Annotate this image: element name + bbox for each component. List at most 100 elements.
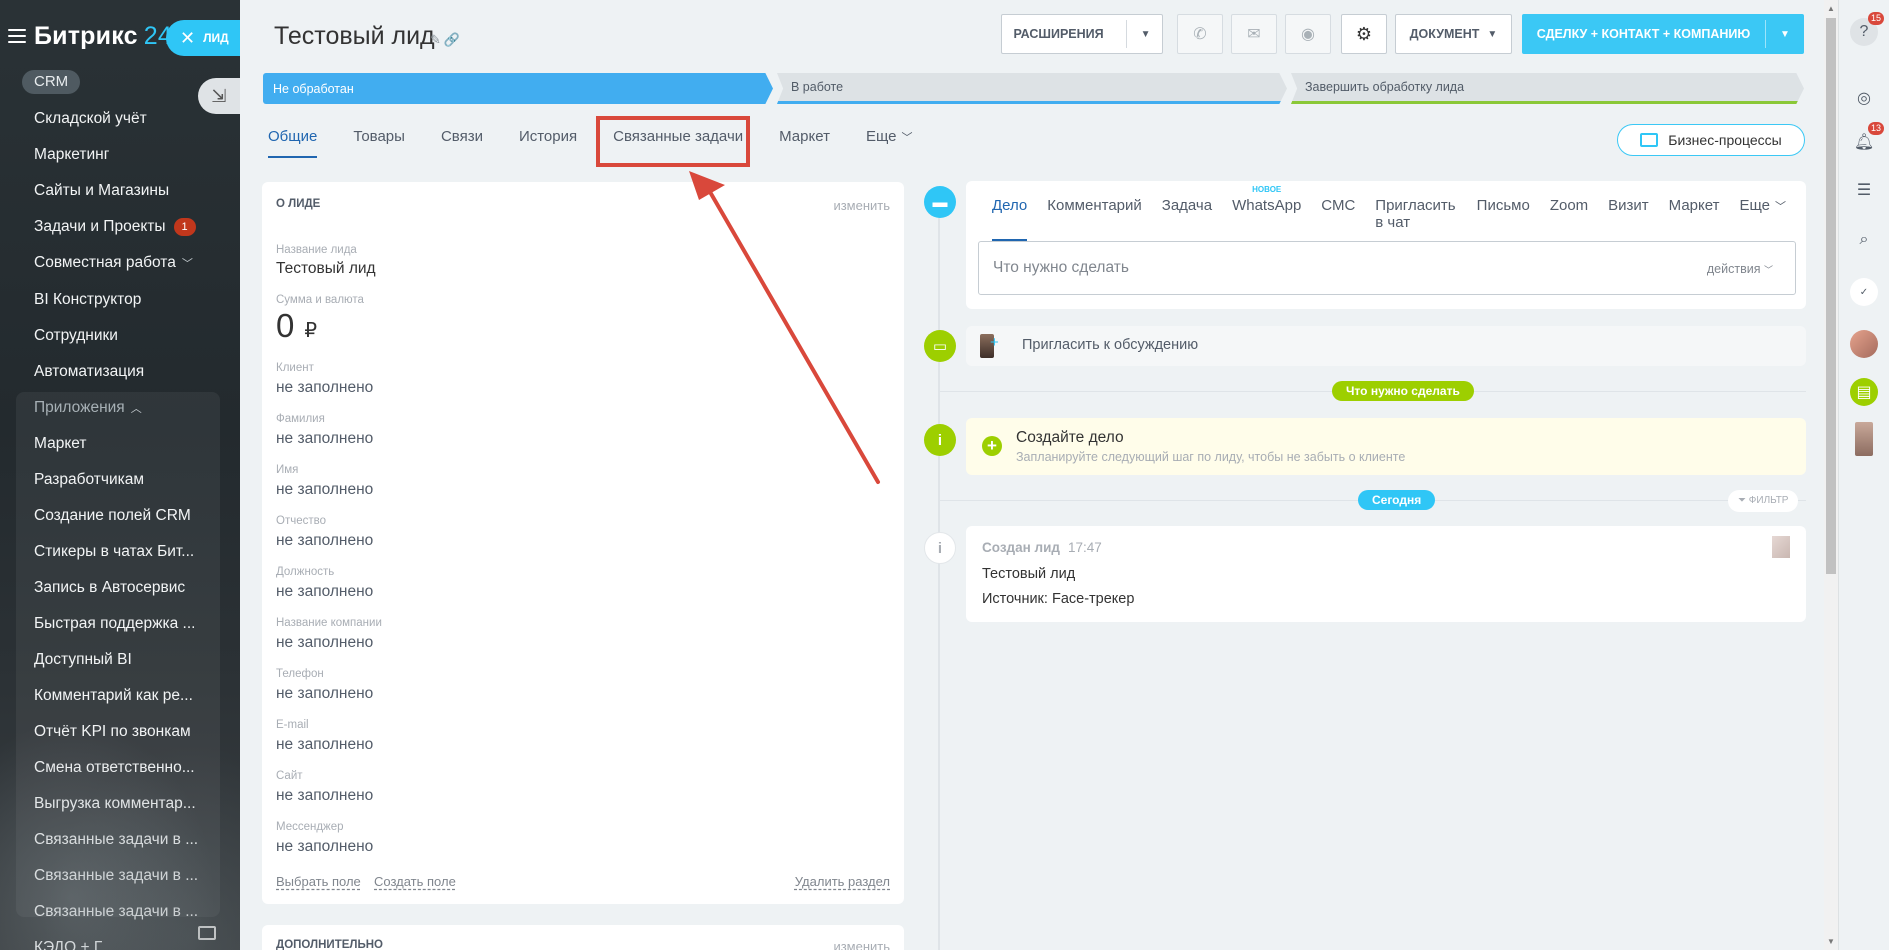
sidebar-item-apps[interactable]: Приложения ︿ xyxy=(34,399,142,417)
tab-products[interactable]: Товары xyxy=(353,128,405,158)
sidebar-item[interactable]: Маркет xyxy=(34,435,87,453)
chevron-down-icon[interactable]: ▼ xyxy=(1141,29,1151,40)
settings-button[interactable]: ⚙ xyxy=(1341,14,1387,54)
document-button[interactable]: ДОКУМЕНТ ▼ xyxy=(1395,14,1512,54)
composer-tab-sms[interactable]: СМС xyxy=(1321,197,1355,241)
field-value[interactable]: не заполнено xyxy=(276,481,373,499)
phone-button[interactable]: ✆ xyxy=(1177,14,1223,54)
field-value[interactable]: не заполнено xyxy=(276,379,373,397)
composer-tab-visit[interactable]: Визит xyxy=(1608,197,1649,241)
plus-circle-icon[interactable]: + xyxy=(982,436,1002,456)
sidebar-item[interactable]: Сайты и Магазины xyxy=(34,182,169,200)
sidebar-item[interactable]: Быстрая поддержка ... xyxy=(34,615,195,633)
invite-discussion-row[interactable]: + Пригласить к обсуждению xyxy=(966,326,1806,366)
scroll-up-icon[interactable]: ▲ xyxy=(1827,4,1835,13)
edit-link[interactable]: изменить xyxy=(833,198,890,213)
sidebar-item[interactable]: Связанные задачи в ... xyxy=(34,903,198,921)
composer-tab-invite-chat[interactable]: Пригласить в чат xyxy=(1375,197,1456,241)
composer-tab-market[interactable]: Маркет xyxy=(1669,197,1720,241)
composer-tab-whatsapp[interactable]: НОВОЕ WhatsApp xyxy=(1232,185,1301,241)
stage-new[interactable]: Не обработан xyxy=(263,73,773,104)
notes-icon[interactable]: ✓ xyxy=(1850,278,1878,306)
notebook-icon[interactable]: ▤ xyxy=(1850,378,1878,406)
tab-history[interactable]: История xyxy=(519,128,577,158)
field-value[interactable]: не заполнено xyxy=(276,736,373,754)
author-avatar[interactable] xyxy=(1772,536,1790,558)
composer-tab-task[interactable]: Задача xyxy=(1162,197,1212,241)
close-lead-slider-button[interactable]: ✕ ЛИД xyxy=(166,20,242,56)
field-value[interactable]: не заполнено xyxy=(276,685,373,703)
sidebar-item-crm[interactable]: CRM xyxy=(22,70,81,94)
chevron-down-icon[interactable]: ▼ xyxy=(1766,29,1804,40)
messages-icon[interactable]: ☰ xyxy=(1850,176,1878,204)
composer-tab-comment[interactable]: Комментарий xyxy=(1047,197,1141,241)
link-icon[interactable]: 🔗 xyxy=(444,32,463,47)
menu-burger-icon[interactable] xyxy=(8,29,26,43)
scrollbar-thumb[interactable] xyxy=(1826,18,1836,574)
contact-avatar[interactable] xyxy=(1855,422,1873,456)
bitrix-logo[interactable]: Битрикс 24 xyxy=(34,22,172,51)
bell-icon[interactable]: 🔔︎ 13 xyxy=(1850,122,1884,156)
field-value[interactable]: не заполнено xyxy=(276,787,373,805)
actions-dropdown[interactable]: действия ﹀ xyxy=(1707,262,1773,276)
select-field-link[interactable]: Выбрать поле xyxy=(276,874,361,889)
event-lead-name[interactable]: Тестовый лид xyxy=(982,566,1075,582)
sidebar-item[interactable]: Разработчикам xyxy=(34,471,144,489)
composer-tab-email[interactable]: Письмо xyxy=(1477,197,1530,241)
filter-button[interactable]: ⏷ ФИЛЬТР xyxy=(1728,490,1799,512)
sidebar-item[interactable]: Маркетинг xyxy=(34,146,109,164)
delete-section-link[interactable]: Удалить раздел xyxy=(795,874,890,889)
extensions-button[interactable]: РАСШИРЕНИЯ ▼ xyxy=(1001,14,1163,54)
composer-tab-zoom[interactable]: Zoom xyxy=(1550,197,1588,241)
sidebar-item[interactable]: Комментарий как ре... xyxy=(34,687,193,705)
scroll-down-icon[interactable]: ▼ xyxy=(1827,937,1835,946)
stage-in-progress[interactable]: В работе xyxy=(777,73,1287,104)
edit-link[interactable]: изменить xyxy=(833,939,890,950)
search-icon[interactable]: ⌕ xyxy=(1850,226,1878,254)
tab-links[interactable]: Связи xyxy=(441,128,483,158)
sidebar-item[interactable]: Сотрудники xyxy=(34,327,118,345)
composer-tab-todo[interactable]: Дело xyxy=(992,197,1028,241)
stage-finish[interactable]: Завершить обработку лида xyxy=(1291,73,1804,104)
sidebar-item[interactable]: Смена ответственно... xyxy=(34,759,195,777)
chat-button[interactable]: ◉ xyxy=(1285,14,1331,54)
email-button[interactable]: ✉ xyxy=(1231,14,1277,54)
sidebar-item[interactable]: Создание полей CRM xyxy=(34,507,191,525)
amount-value[interactable]: 0 ₽ xyxy=(276,307,317,345)
convert-lead-button[interactable]: СДЕЛКУ + КОНТАКТ + КОМПАНИЮ ▼ xyxy=(1522,14,1804,54)
help-icon[interactable]: ? 15 xyxy=(1850,12,1884,46)
sidebar-item[interactable]: Связанные задачи в ... xyxy=(34,831,198,849)
tab-market[interactable]: Маркет xyxy=(779,128,830,158)
pencil-icon[interactable]: ✎ xyxy=(430,32,444,47)
printer-icon[interactable] xyxy=(198,926,216,940)
tab-general[interactable]: Общие xyxy=(268,128,318,158)
field-value[interactable]: не заполнено xyxy=(276,583,373,601)
field-value[interactable]: не заполнено xyxy=(276,634,373,652)
sidebar-item[interactable]: Выгрузка комментар... xyxy=(34,795,196,813)
field-value[interactable]: не заполнено xyxy=(276,430,373,448)
field-value[interactable]: не заполнено xyxy=(276,838,373,856)
sidebar-item[interactable]: Запись в Автосервис xyxy=(34,579,185,597)
create-field-link[interactable]: Создать поле xyxy=(374,874,456,889)
business-processes-button[interactable]: Бизнес-процессы xyxy=(1617,124,1805,156)
tab-more[interactable]: Еще ﹀ xyxy=(866,128,913,158)
sidebar-item[interactable]: Доступный BI xyxy=(34,651,132,669)
sidebar-item[interactable]: Задачи и Проекты 1 xyxy=(34,218,196,236)
field-value[interactable]: не заполнено xyxy=(276,532,373,550)
copilot-icon[interactable]: ◎ xyxy=(1850,84,1878,112)
composer-tab-more[interactable]: Еще ﹀ xyxy=(1739,197,1786,241)
sidebar-item[interactable]: Связанные задачи в ... xyxy=(34,867,198,885)
todo-input[interactable]: Что нужно сделать действия ﹀ xyxy=(978,241,1796,295)
user-avatar[interactable] xyxy=(1850,330,1878,358)
sidebar-item[interactable]: Складской учёт xyxy=(34,110,147,128)
field-value[interactable]: Тестовый лид xyxy=(276,260,376,278)
sidebar-item[interactable]: Совместная работа ﹀ xyxy=(34,254,193,272)
sidebar-item[interactable]: BI Конструктор xyxy=(34,291,141,309)
sidebar-item[interactable]: КЭДО + Г... xyxy=(34,939,113,950)
sidebar-item[interactable]: Стикеры в чатах Бит... xyxy=(34,543,194,561)
create-todo-card[interactable]: + Создайте дело Запланируйте следующий ш… xyxy=(966,418,1806,475)
sidebar-item[interactable]: Отчёт KPI по звонкам xyxy=(34,723,191,741)
plus-icon[interactable]: + xyxy=(990,334,999,351)
sidebar-item[interactable]: Автоматизация xyxy=(34,363,144,381)
minimize-slider-button[interactable]: ⇲ xyxy=(198,78,240,114)
